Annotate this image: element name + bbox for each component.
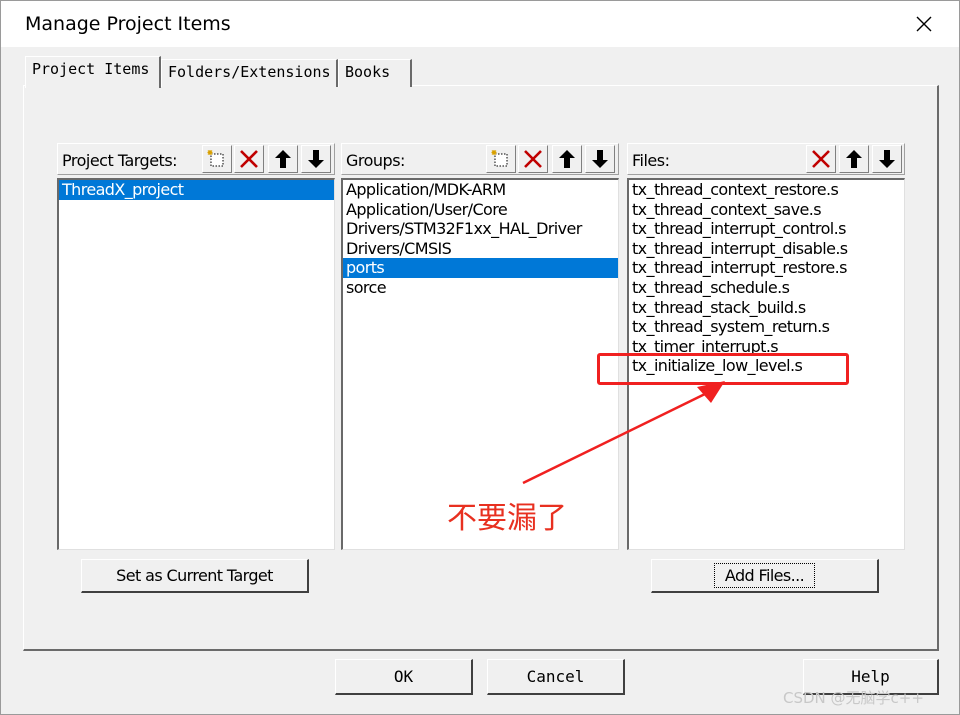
list-item[interactable]: Application/User/Core <box>343 200 618 220</box>
arrow-up-icon <box>275 150 291 168</box>
list-item[interactable]: Application/MDK-ARM <box>343 180 618 200</box>
annotation-highlight-box <box>597 353 849 385</box>
new-item-icon <box>491 150 508 167</box>
set-as-current-target-button[interactable]: Set as Current Target <box>81 559 309 593</box>
list-item[interactable]: tx_thread_interrupt_disable.s <box>629 239 904 259</box>
list-item[interactable]: tx_thread_context_restore.s <box>629 180 904 200</box>
tab-books[interactable]: Books <box>338 59 412 87</box>
delete-target-button[interactable] <box>234 145 264 173</box>
ok-button[interactable]: OK <box>335 659 473 695</box>
add-files-label: Add Files... <box>713 563 816 588</box>
window-title: Manage Project Items <box>25 13 231 35</box>
tab-folders-extensions[interactable]: Folders/Extensions <box>161 59 338 87</box>
new-item-icon <box>207 150 224 167</box>
delete-group-button[interactable] <box>518 145 548 173</box>
title-bar: Manage Project Items <box>1 1 959 47</box>
move-target-up-button[interactable] <box>268 145 298 173</box>
list-item[interactable]: tx_thread_context_save.s <box>629 200 904 220</box>
watermark: CSDN @无脑学c++ <box>783 689 924 707</box>
list-item[interactable]: Drivers/STM32F1xx_HAL_Driver <box>343 219 618 239</box>
arrow-down-icon <box>879 150 895 168</box>
move-target-down-button[interactable] <box>301 145 331 173</box>
move-file-down-button[interactable] <box>872 145 902 173</box>
list-item[interactable]: tx_thread_system_return.s <box>629 317 904 337</box>
new-target-button[interactable] <box>202 145 232 173</box>
cancel-label: Cancel <box>526 667 585 686</box>
targets-listbox[interactable]: ThreadX_project <box>57 178 335 550</box>
set-as-current-target-label: Set as Current Target <box>116 566 273 585</box>
delete-icon <box>240 150 258 168</box>
delete-file-button[interactable] <box>806 145 836 173</box>
delete-icon <box>524 150 542 168</box>
list-item[interactable]: Drivers/CMSIS <box>343 239 618 259</box>
move-group-down-button[interactable] <box>585 145 615 173</box>
list-item[interactable]: tx_thread_interrupt_control.s <box>629 219 904 239</box>
list-item[interactable]: tx_thread_schedule.s <box>629 278 904 298</box>
annotation-text: 不要漏了 <box>447 501 567 536</box>
new-group-button[interactable] <box>486 145 516 173</box>
add-files-button[interactable]: Add Files... <box>651 559 879 593</box>
close-icon <box>916 16 932 32</box>
move-group-up-button[interactable] <box>552 145 582 173</box>
close-button[interactable] <box>909 9 939 39</box>
list-item[interactable]: tx_thread_interrupt_restore.s <box>629 258 904 278</box>
list-item[interactable]: ports <box>343 258 618 278</box>
groups-label: Groups: <box>346 151 405 170</box>
arrow-up-icon <box>846 150 862 168</box>
list-item[interactable]: sorce <box>343 278 618 298</box>
help-label: Help <box>851 667 890 686</box>
arrow-down-icon <box>308 150 324 168</box>
targets-header: Project Targets: <box>57 143 335 175</box>
groups-header: Groups: <box>341 143 619 175</box>
tab-project-items[interactable]: Project Items <box>25 56 161 88</box>
cancel-button[interactable]: Cancel <box>487 659 625 695</box>
files-label: Files: <box>632 151 670 170</box>
list-item[interactable]: ThreadX_project <box>59 180 334 200</box>
list-item[interactable]: tx_thread_stack_build.s <box>629 298 904 318</box>
targets-label: Project Targets: <box>62 151 178 170</box>
arrow-up-icon <box>559 150 575 168</box>
manage-project-items-dialog: Manage Project Items Project Items Folde… <box>0 0 960 715</box>
move-file-up-button[interactable] <box>839 145 869 173</box>
delete-icon <box>812 150 830 168</box>
ok-label: OK <box>393 667 414 686</box>
arrow-down-icon <box>592 150 608 168</box>
files-header: Files: <box>627 143 905 175</box>
